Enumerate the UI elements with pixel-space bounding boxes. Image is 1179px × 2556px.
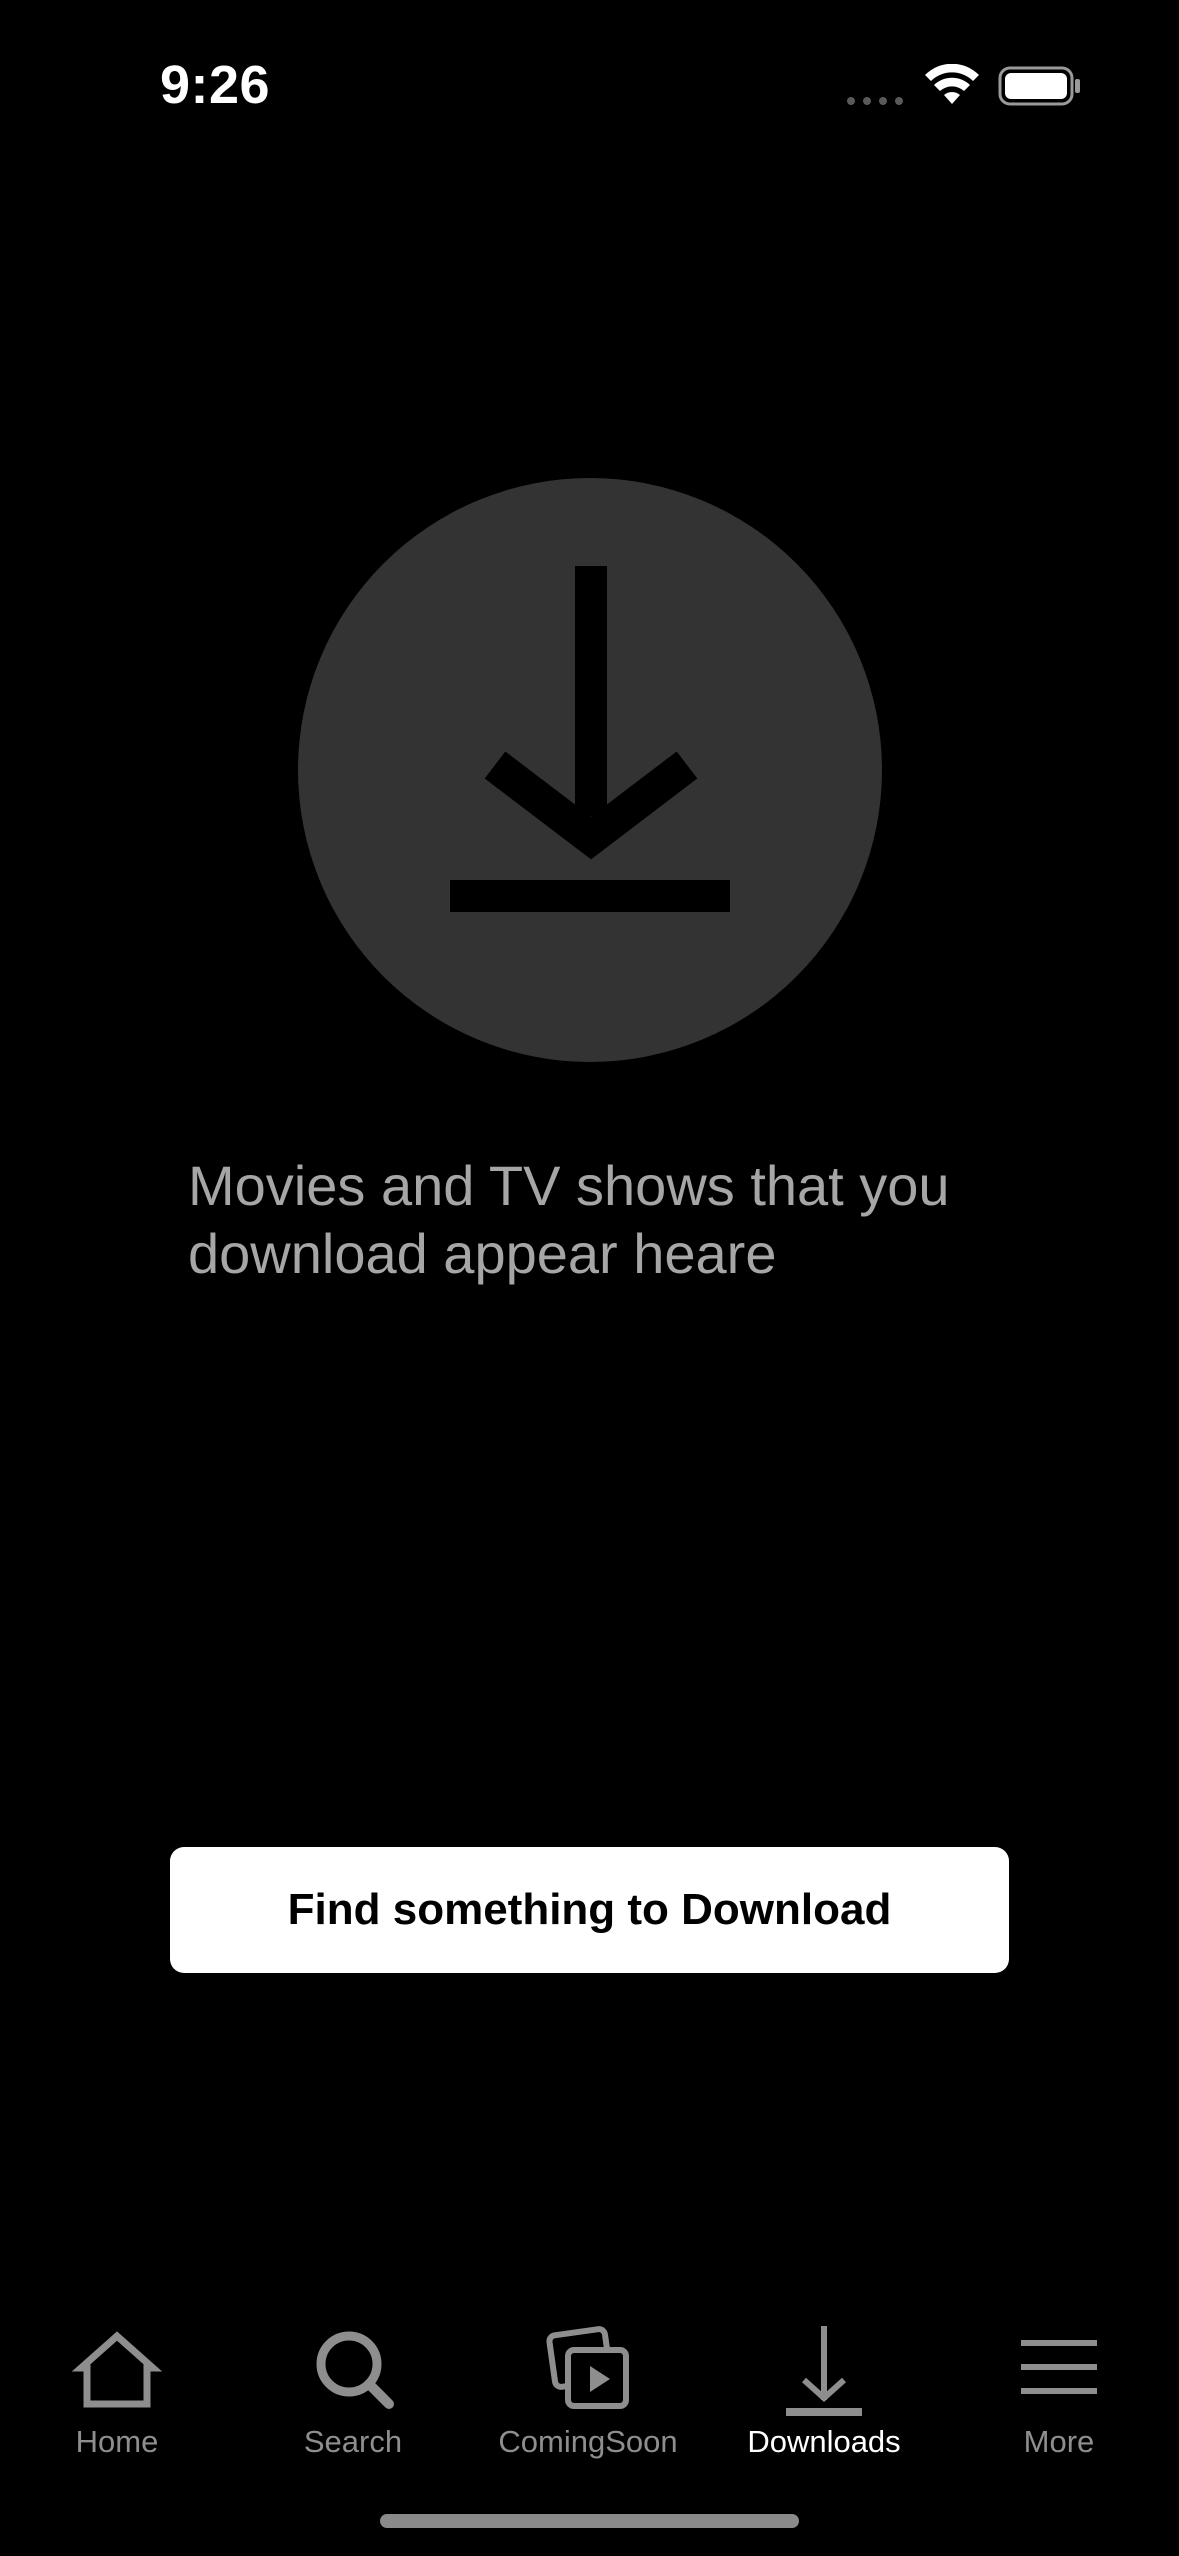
status-time: 9:26 [160, 55, 271, 115]
tab-more[interactable]: More [949, 2320, 1169, 2470]
tab-search[interactable]: Search [243, 2320, 463, 2470]
search-icon [316, 2331, 394, 2409]
tab-more-label: More [1023, 2424, 1095, 2459]
menu-icon [1021, 2340, 1097, 2394]
tab-downloads[interactable]: Downloads [714, 2320, 934, 2470]
empty-state-message: Movies and TV shows that you download ap… [188, 1154, 950, 1285]
battery-icon [998, 66, 1080, 106]
find-something-to-download-button[interactable]: Find something to Download [170, 1847, 1009, 1973]
coming-soon-icon [546, 2326, 629, 2409]
download-icon [786, 2326, 862, 2416]
download-icon [450, 566, 730, 912]
tab-coming-soon-label: ComingSoon [498, 2424, 678, 2459]
tab-coming-soon[interactable]: ComingSoon [478, 2320, 698, 2470]
wifi-icon [925, 64, 979, 104]
tab-search-label: Search [303, 2424, 403, 2459]
home-indicator[interactable] [380, 2514, 799, 2528]
cellular-signal-icon [847, 97, 903, 105]
home-icon [71, 2331, 163, 2408]
tab-home[interactable]: Home [7, 2320, 227, 2470]
tab-downloads-label: Downloads [747, 2424, 901, 2459]
download-illustration [298, 478, 882, 1062]
status-bar: 9:26 [0, 0, 1179, 170]
tab-home-label: Home [75, 2424, 159, 2459]
tab-bar: Home Search ComingSoon Downloads More [0, 2300, 1179, 2470]
